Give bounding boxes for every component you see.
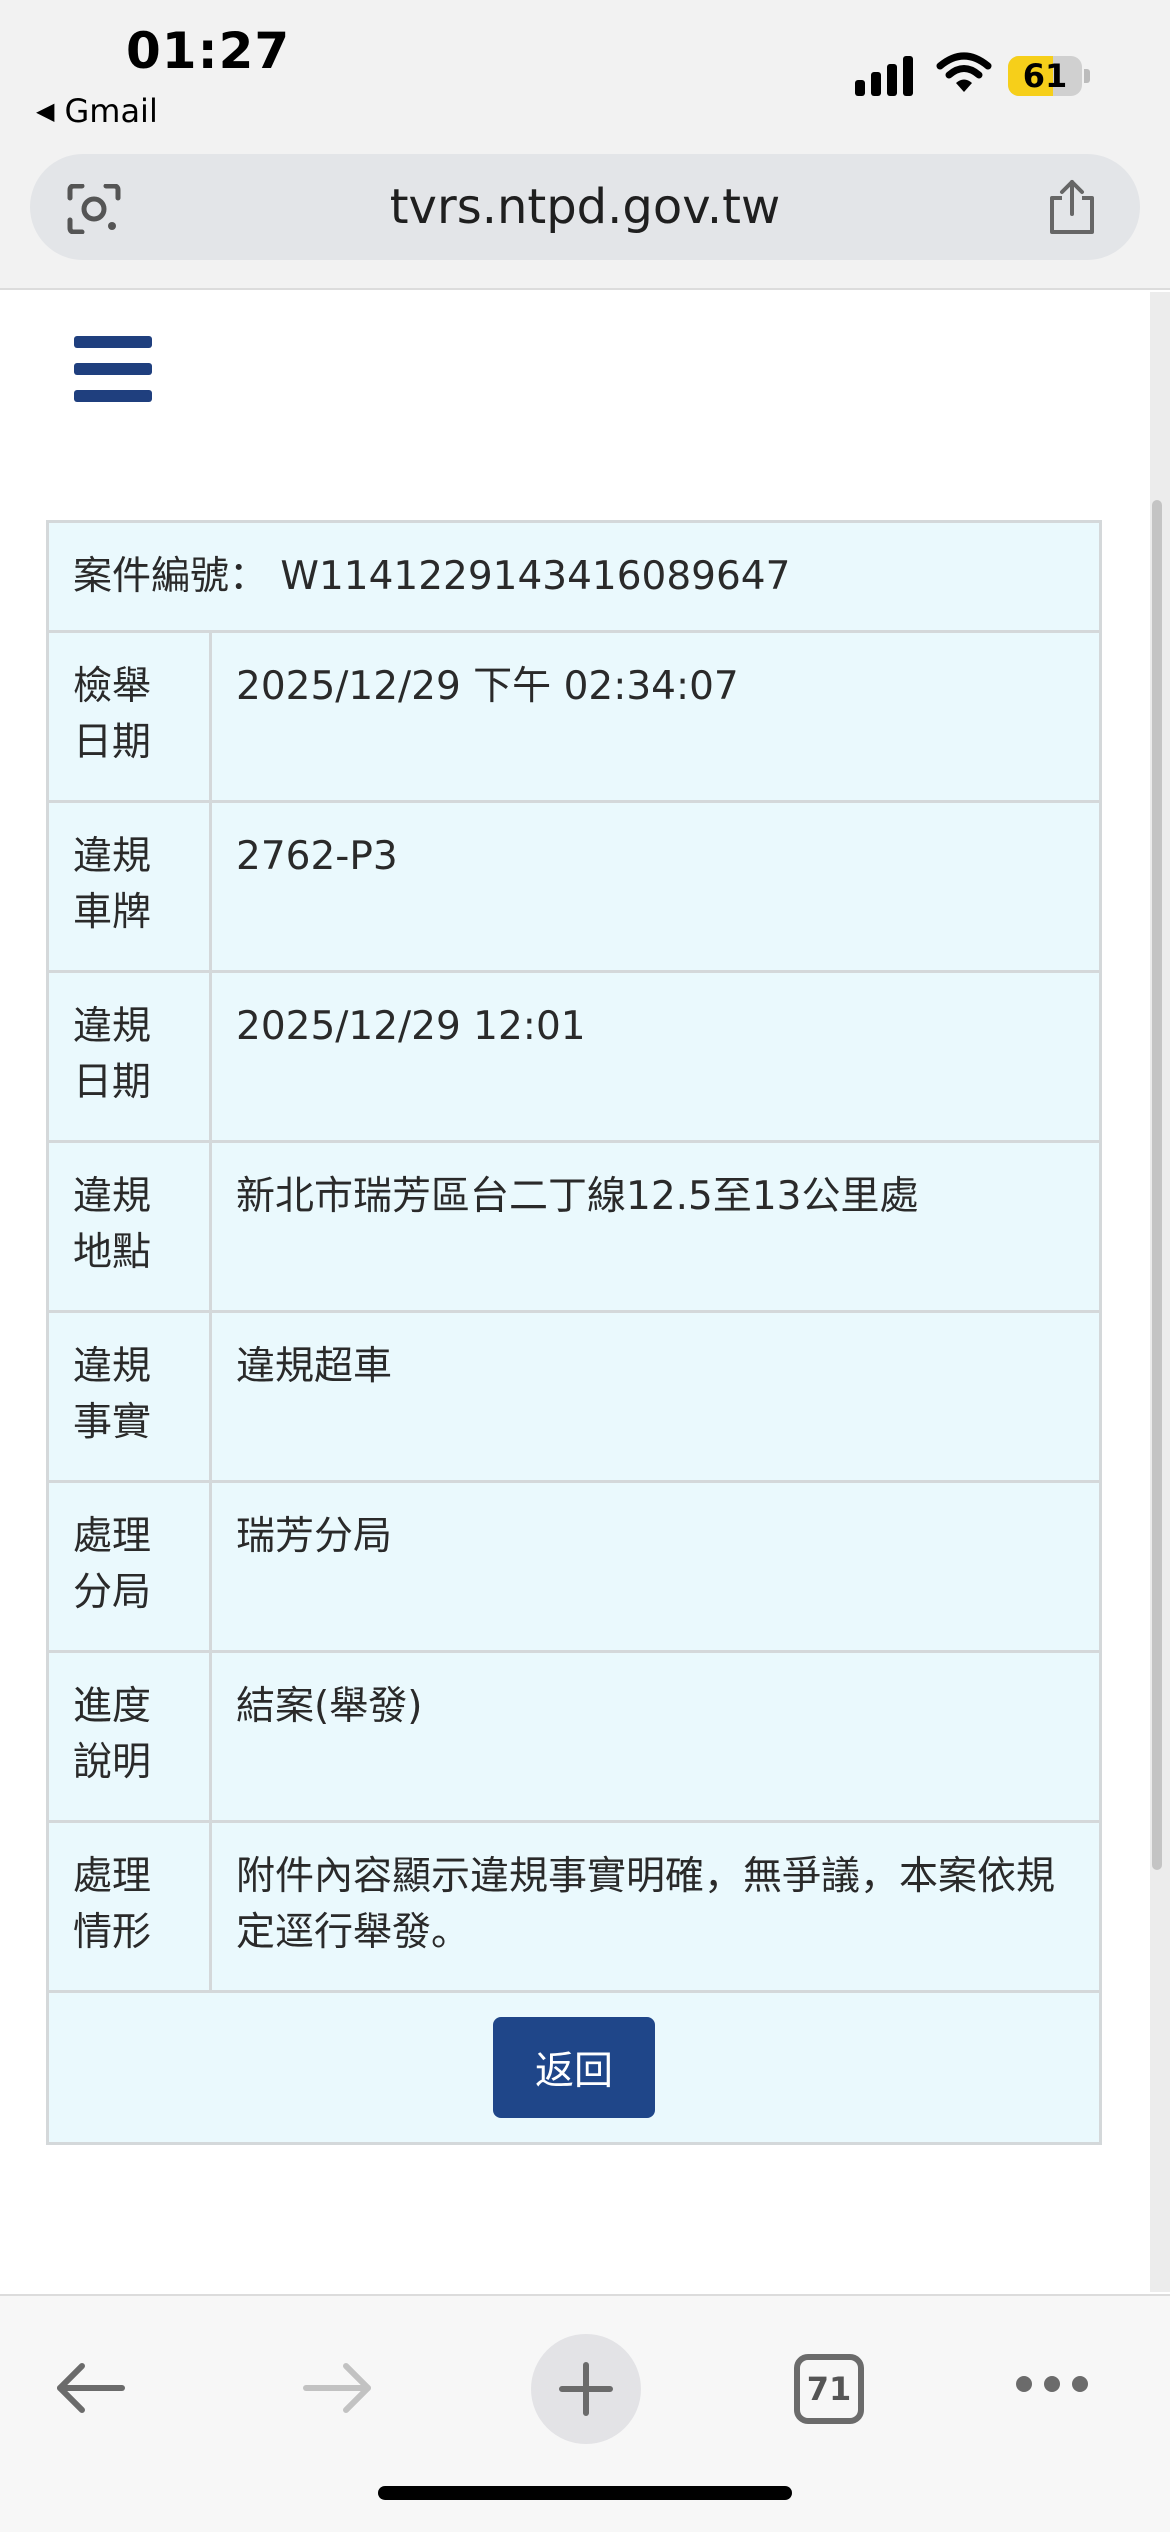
detail-row-label: 違規 日期: [46, 970, 212, 1143]
detail-row-value: 2025/12/29 12:01: [209, 970, 1102, 1143]
back-triangle-icon: ◀: [36, 97, 55, 125]
battery-icon: 61: [1008, 56, 1092, 96]
status-bar: 01:27 ◀ Gmail 61: [0, 0, 1170, 140]
button-row: 返回: [46, 1990, 1102, 2145]
address-bar[interactable]: tvrs.ntpd.gov.tw: [30, 154, 1140, 260]
battery-level: 61: [1022, 57, 1068, 95]
browser-toolbar: tvrs.ntpd.gov.tw: [0, 140, 1170, 290]
detail-row-label: 檢舉 日期: [46, 630, 212, 803]
back-app-label: Gmail: [64, 92, 158, 130]
detail-row-label: 違規 車牌: [46, 800, 212, 973]
case-number-row: 案件編號： W1141229143416089647: [46, 520, 1102, 633]
detail-row-value: 違規超車: [209, 1310, 1102, 1483]
share-icon[interactable]: [1044, 178, 1100, 236]
detail-row-value: 新北市瑞芳區台二丁線12.5至13公里處: [209, 1140, 1102, 1313]
scrollbar-thumb[interactable]: [1152, 500, 1162, 1870]
status-time: 01:27: [126, 22, 291, 80]
detail-row-value: 瑞芳分局: [209, 1480, 1102, 1653]
detail-row: 違規 日期 2025/12/29 12:01: [46, 970, 1102, 1143]
case-detail-table: 案件編號： W1141229143416089647 檢舉 日期 2025/12/…: [46, 520, 1102, 2145]
detail-row: 處理 情形 附件內容顯示違規事實明確，無爭議，本案依規定逕行舉發。: [46, 1820, 1102, 1993]
case-number-value: W1141229143416089647: [280, 553, 791, 599]
detail-row-label: 處理 分局: [46, 1480, 212, 1653]
detail-row: 違規 事實 違規超車: [46, 1310, 1102, 1483]
detail-row: 違規 車牌 2762-P3: [46, 800, 1102, 973]
detail-row-label: 違規 事實: [46, 1310, 212, 1483]
detail-row-value: 2762-P3: [209, 800, 1102, 973]
detail-row: 處理 分局 瑞芳分局: [46, 1480, 1102, 1653]
url-text: tvrs.ntpd.gov.tw: [389, 179, 781, 235]
detail-row-value: 附件內容顯示違規事實明確，無爭議，本案依規定逕行舉發。: [209, 1820, 1102, 1993]
wifi-icon: [936, 52, 992, 92]
arrow-left-icon[interactable]: [52, 2358, 128, 2418]
hamburger-menu-icon[interactable]: [74, 336, 152, 402]
detail-row: 檢舉 日期 2025/12/29 下午 02:34:07: [46, 630, 1102, 803]
plus-icon: [559, 2362, 613, 2416]
detail-row: 進度 說明 結案(舉發): [46, 1650, 1102, 1823]
detail-row-label: 違規 地點: [46, 1140, 212, 1313]
button-cell: 返回: [46, 1990, 1102, 2145]
return-button[interactable]: 返回: [493, 2017, 655, 2118]
detail-row-value: 2025/12/29 下午 02:34:07: [209, 630, 1102, 803]
case-number-cell: 案件編號： W1141229143416089647: [46, 520, 1102, 633]
case-number-label: 案件編號：: [73, 553, 269, 599]
new-tab-button[interactable]: [531, 2334, 641, 2444]
detail-row: 違規 地點 新北市瑞芳區台二丁線12.5至13公里處: [46, 1140, 1102, 1313]
tab-switcher-button[interactable]: 71: [794, 2354, 864, 2424]
detail-row-label: 進度 說明: [46, 1650, 212, 1823]
home-indicator[interactable]: [378, 2486, 792, 2500]
detail-row-label: 處理 情形: [46, 1820, 212, 1993]
cellular-signal-icon: [855, 54, 913, 96]
more-dots-icon[interactable]: [1016, 2376, 1088, 2392]
arrow-right-icon[interactable]: [300, 2358, 376, 2418]
detail-row-value: 結案(舉發): [209, 1650, 1102, 1823]
back-to-app[interactable]: ◀ Gmail: [36, 92, 158, 130]
